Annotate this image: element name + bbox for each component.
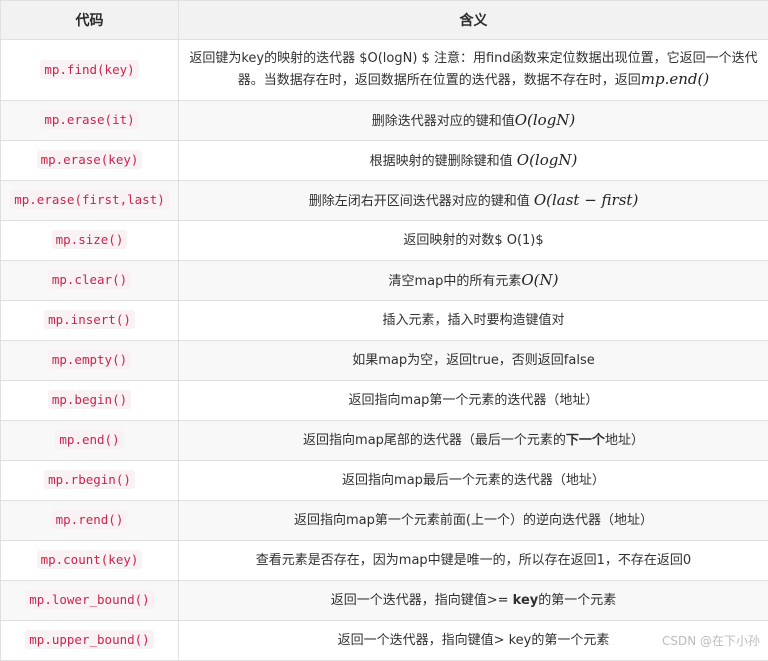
function-description: 返回指向map第一个元素前面(上一个）的逆向迭代器（地址）	[178, 500, 768, 541]
header-meaning: 含义	[178, 0, 768, 40]
table-row: mp.count(key) 查看元素是否存在，因为map中键是唯一的，所以存在返…	[0, 540, 768, 581]
watermark: CSDN @在下小孙	[661, 634, 760, 648]
function-description: 返回指向map第一个元素的迭代器（地址）	[178, 380, 768, 421]
function-code: mp.clear()	[47, 270, 132, 289]
table-row: mp.erase(first,last) 删除左闭右开区间迭代器对应的键和值 O…	[0, 180, 768, 221]
map-functions-table: 代码 含义 mp.find(key) 返回键为key的映射的迭代器 $O(log…	[0, 0, 768, 661]
function-description: 返回键为key的映射的迭代器 $O(logN) $ 注意：用find函数来定位数…	[178, 39, 768, 101]
function-description: 返回指向map尾部的迭代器（最后一个元素的下一个地址）	[178, 420, 768, 461]
table-row: mp.end() 返回指向map尾部的迭代器（最后一个元素的下一个地址）	[0, 420, 768, 461]
table-row: mp.begin() 返回指向map第一个元素的迭代器（地址）	[0, 380, 768, 421]
function-code: mp.end()	[55, 430, 124, 449]
table-row: mp.erase(key) 根据映射的键删除键和值 O(logN)	[0, 140, 768, 181]
function-description: 清空map中的所有元素O(N)	[178, 260, 768, 301]
table-row: mp.rend() 返回指向map第一个元素前面(上一个）的逆向迭代器（地址）	[0, 500, 768, 541]
function-code: mp.lower_bound()	[25, 590, 154, 609]
function-code: mp.erase(first,last)	[10, 190, 169, 209]
function-description: 删除迭代器对应的键和值O(logN)	[178, 100, 768, 141]
math-expression: O(last − first)	[533, 190, 639, 209]
table-row: mp.size() 返回映射的对数$ O(1)$	[0, 220, 768, 261]
table-row: mp.upper_bound() 返回一个迭代器，指向键值> key的第一个元素	[0, 620, 768, 661]
math-expression: O(logN)	[516, 150, 578, 169]
function-code: mp.upper_bound()	[25, 630, 154, 649]
table-row: mp.empty() 如果map为空，返回true，否则返回false	[0, 340, 768, 381]
function-code: mp.begin()	[47, 390, 132, 409]
function-description: 返回映射的对数$ O(1)$	[178, 220, 768, 261]
function-code: mp.empty()	[47, 350, 132, 369]
table-row: mp.lower_bound() 返回一个迭代器，指向键值>= key的第一个元…	[0, 580, 768, 621]
function-code: mp.count(key)	[36, 550, 143, 569]
math-expression: O(N)	[521, 270, 559, 289]
function-code: mp.erase(it)	[40, 110, 139, 129]
table-row: mp.clear() 清空map中的所有元素O(N)	[0, 260, 768, 301]
function-description: 插入元素，插入时要构造键值对	[178, 300, 768, 341]
function-description: 根据映射的键删除键和值 O(logN)	[178, 140, 768, 181]
math-expression: mp.end()	[640, 70, 710, 88]
function-code: mp.insert()	[44, 310, 135, 329]
function-code: mp.erase(key)	[36, 150, 143, 169]
function-description: 如果map为空，返回true，否则返回false	[178, 340, 768, 381]
table-row: mp.rbegin() 返回指向map最后一个元素的迭代器（地址）	[0, 460, 768, 501]
function-description: 删除左闭右开区间迭代器对应的键和值 O(last − first)	[178, 180, 768, 221]
header-code: 代码	[0, 0, 179, 40]
function-code: mp.find(key)	[40, 59, 139, 79]
table-header-row: 代码 含义	[0, 0, 768, 40]
function-code: mp.rbegin()	[44, 470, 135, 489]
function-code: mp.size()	[51, 230, 128, 249]
table-row: mp.insert() 插入元素，插入时要构造键值对	[0, 300, 768, 341]
emphasis-text: key	[512, 592, 539, 608]
emphasis-text: 下一个	[565, 432, 605, 448]
math-expression: O(logN)	[514, 110, 576, 129]
function-description: 查看元素是否存在，因为map中键是唯一的，所以存在返回1，不存在返回0	[178, 540, 768, 581]
function-description: 返回一个迭代器，指向键值>= key的第一个元素	[178, 580, 768, 621]
function-code: mp.rend()	[51, 510, 128, 529]
table-row: mp.erase(it) 删除迭代器对应的键和值O(logN)	[0, 100, 768, 141]
table-row: mp.find(key) 返回键为key的映射的迭代器 $O(logN) $ 注…	[0, 39, 768, 101]
function-description: 返回指向map最后一个元素的迭代器（地址）	[178, 460, 768, 501]
